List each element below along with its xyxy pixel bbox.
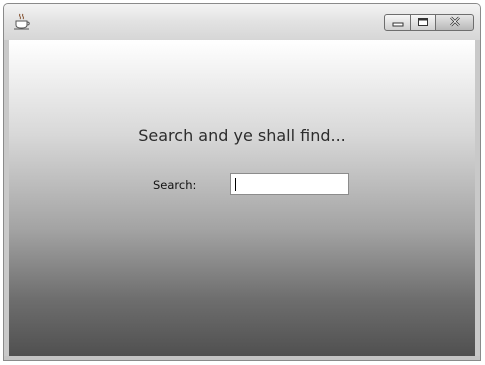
close-button[interactable] — [435, 14, 474, 31]
maximize-icon — [417, 14, 429, 32]
maximize-button[interactable] — [410, 14, 436, 31]
title-bar[interactable] — [4, 4, 480, 40]
minimize-button[interactable] — [384, 14, 411, 31]
search-label: Search: — [153, 178, 197, 192]
minimize-icon — [392, 14, 404, 32]
app-window: Search and ye shall find... Search: — [3, 3, 481, 361]
caption-buttons — [384, 14, 474, 34]
content-panel: Search and ye shall find... Search: — [9, 40, 475, 356]
search-input[interactable] — [230, 173, 349, 195]
text-caret — [235, 178, 236, 191]
window-bottom-border — [4, 356, 480, 360]
page-heading: Search and ye shall find... — [138, 126, 346, 145]
java-coffee-cup-icon[interactable] — [13, 13, 33, 31]
close-icon — [448, 14, 462, 32]
